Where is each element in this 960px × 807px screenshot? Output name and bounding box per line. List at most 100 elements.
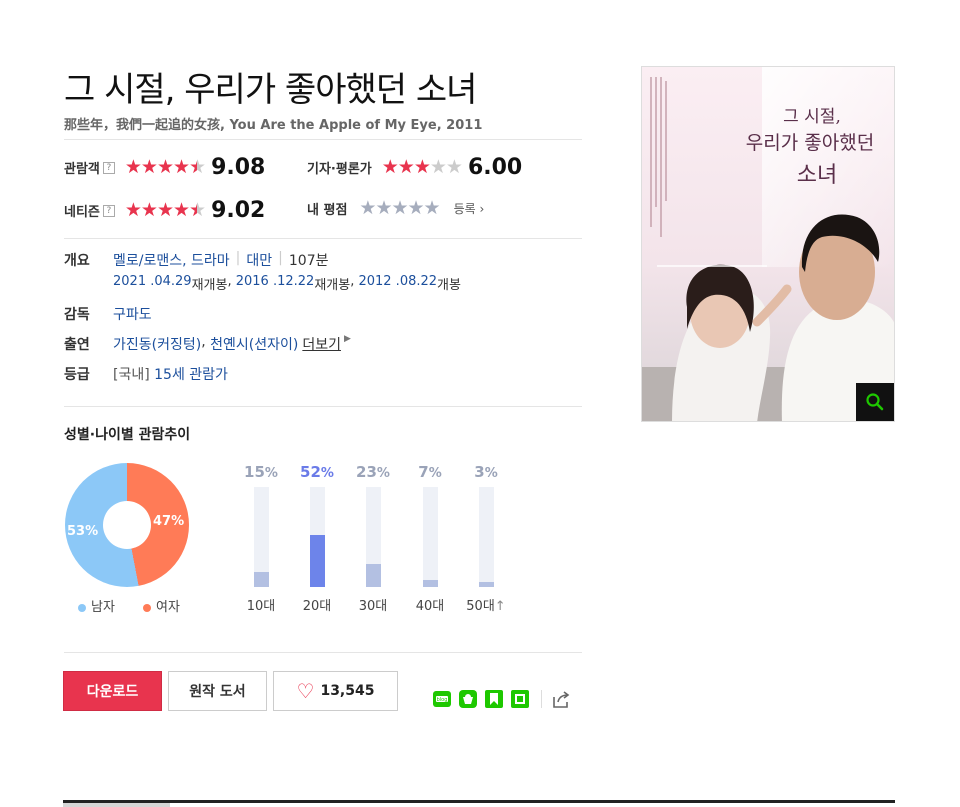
age-bar-label: 40대: [415, 599, 445, 614]
country-link[interactable]: 대만: [246, 250, 272, 270]
age-bar-10대: 15% 10대: [233, 463, 289, 614]
star-icon: ★★: [429, 156, 463, 178]
my-rating-stars[interactable]: ★★★★★: [359, 199, 440, 218]
audience-rating: 관람객 ? ★★★★★ 9.08: [64, 155, 265, 180]
critic-rating: 기자·평론가 ★★★★★ 6.00: [307, 155, 522, 180]
netizen-rating-label: 네티즌: [64, 205, 100, 220]
caret-right-icon: ▶: [343, 334, 351, 344]
age-bar-track: [422, 487, 438, 587]
age-bar-50대: 3% 50대↑: [458, 463, 514, 614]
runtime: 107분: [288, 253, 329, 269]
release-date-link[interactable]: 2016 .12.22: [236, 274, 315, 293]
age-bar-fill: [478, 582, 494, 587]
netizen-score: 9.02: [211, 198, 266, 223]
bookmark-share-icon[interactable]: [484, 689, 504, 709]
my-rating-label: 내 평점: [307, 203, 348, 218]
age-bar-40대: 7% 40대: [402, 463, 458, 614]
like-count: 13,545: [320, 683, 375, 699]
age-bar-label: 20대: [302, 599, 332, 614]
netizen-rating: 네티즌 ? ★★★★★ 9.02: [64, 198, 265, 223]
age-bar-value: 3%: [474, 463, 498, 481]
cast-link[interactable]: 가진동(커징텅): [113, 334, 201, 354]
legend-female: 여자: [143, 596, 180, 615]
band-share-icon[interactable]: [458, 689, 478, 709]
star-icon: ★★★★: [124, 156, 190, 178]
heart-icon: ♡: [296, 679, 315, 703]
movie-title: 그 시절, 우리가 좋아했던 소녀: [64, 70, 477, 110]
release-date-link[interactable]: 2012 .08.22: [358, 274, 437, 293]
age-bar-track: [253, 487, 269, 587]
director-label: 감독: [64, 307, 90, 323]
age-bar-track: [365, 487, 381, 587]
movie-subtitle: 那些年，我們一起追的女孩, You Are the Apple of My Ey…: [64, 118, 483, 133]
divider: [64, 238, 582, 239]
age-bar-label: 10대: [246, 599, 276, 614]
legend-male: 남자: [78, 596, 115, 615]
cast-link[interactable]: 천옌시(션자이): [210, 334, 298, 354]
genre-link[interactable]: 멜로/로맨스, 드라마: [113, 250, 230, 270]
age-bar-30대: 23% 30대: [345, 463, 401, 614]
divider: [64, 406, 582, 407]
zoom-button[interactable]: [856, 383, 894, 421]
svg-text:그 시절,: 그 시절,: [783, 107, 841, 127]
grade-row: 등급 [국내] 15세 관람가: [64, 364, 228, 384]
grade-link[interactable]: 15세 관람가: [154, 364, 228, 384]
section-tab-bar: [63, 800, 895, 803]
male-dot: [78, 603, 86, 612]
svg-text:blog: blog: [437, 697, 448, 703]
overview-label: 개요: [64, 253, 90, 269]
blog-share-icon[interactable]: blog: [432, 689, 452, 709]
help-icon[interactable]: ?: [102, 204, 115, 217]
share-separator: [541, 690, 542, 708]
divider: [64, 139, 582, 140]
age-bar-track: [309, 487, 325, 587]
register-rating-link[interactable]: 등록 ›: [454, 200, 485, 217]
more-cast-link[interactable]: 더보기: [302, 334, 341, 354]
age-bar-fill: [253, 572, 269, 587]
section-tab[interactable]: [63, 803, 170, 807]
arrow-up-icon: ↑: [494, 599, 506, 614]
share-icon[interactable]: [551, 689, 571, 709]
grade-label: 등급: [64, 367, 90, 383]
director-row: 감독 구파도: [64, 304, 152, 324]
male-pct-label: 53%: [67, 524, 99, 539]
critic-stars: ★★★★★: [381, 156, 463, 178]
star-icon: ★: [189, 156, 206, 178]
cast-row: 출연 가진동(커징텅), 천옌시(션자이) 더보기 ▶: [64, 334, 351, 354]
director-link[interactable]: 구파도: [113, 304, 152, 324]
age-bar-fill: [422, 580, 438, 587]
age-bar-fill: [309, 535, 325, 587]
like-button[interactable]: ♡ 13,545: [273, 671, 398, 711]
poster-image: 그 시절, 우리가 좋아했던 소녀: [642, 67, 894, 421]
age-bar-track: [478, 487, 494, 587]
audience-rating-label: 관람객: [64, 162, 100, 177]
original-book-button[interactable]: 원작 도서: [168, 671, 267, 711]
divider: [64, 652, 582, 653]
grade-prefix: [국내]: [113, 367, 150, 383]
audience-stars: ★★★★★: [124, 156, 206, 178]
release-date-link[interactable]: 2021 .04.29: [113, 274, 192, 293]
pie-center: [103, 501, 151, 549]
age-bar-label: 30대: [358, 599, 388, 614]
age-bar-value: 7%: [418, 463, 442, 481]
female-dot: [143, 603, 151, 612]
star-icon: ★★★: [381, 156, 431, 178]
zoom-icon: [866, 393, 884, 411]
age-bar-value: 23%: [356, 463, 390, 481]
star-icon: ★★★★: [124, 199, 190, 221]
age-bar-label: 50대↑: [466, 599, 506, 614]
download-button[interactable]: 다운로드: [63, 671, 162, 711]
age-bar-value: 52%: [300, 463, 334, 481]
help-icon[interactable]: ?: [102, 161, 115, 174]
audience-score: 9.08: [211, 155, 266, 180]
cast-label: 출연: [64, 337, 90, 353]
svg-text:우리가 좋아했던: 우리가 좋아했던: [746, 132, 874, 154]
age-bar-value: 15%: [244, 463, 278, 481]
age-bar-20대: 52% 20대: [289, 463, 345, 614]
separator: |: [235, 250, 241, 266]
female-pct-label: 47%: [153, 514, 185, 529]
movie-poster[interactable]: 그 시절, 우리가 좋아했던 소녀: [641, 66, 895, 422]
netizen-stars: ★★★★★: [124, 199, 206, 221]
release-dates: 2021 .04.29 재개봉, 2016 .12.22 재개봉, 2012 .08…: [113, 274, 461, 293]
memo-share-icon[interactable]: [510, 689, 530, 709]
